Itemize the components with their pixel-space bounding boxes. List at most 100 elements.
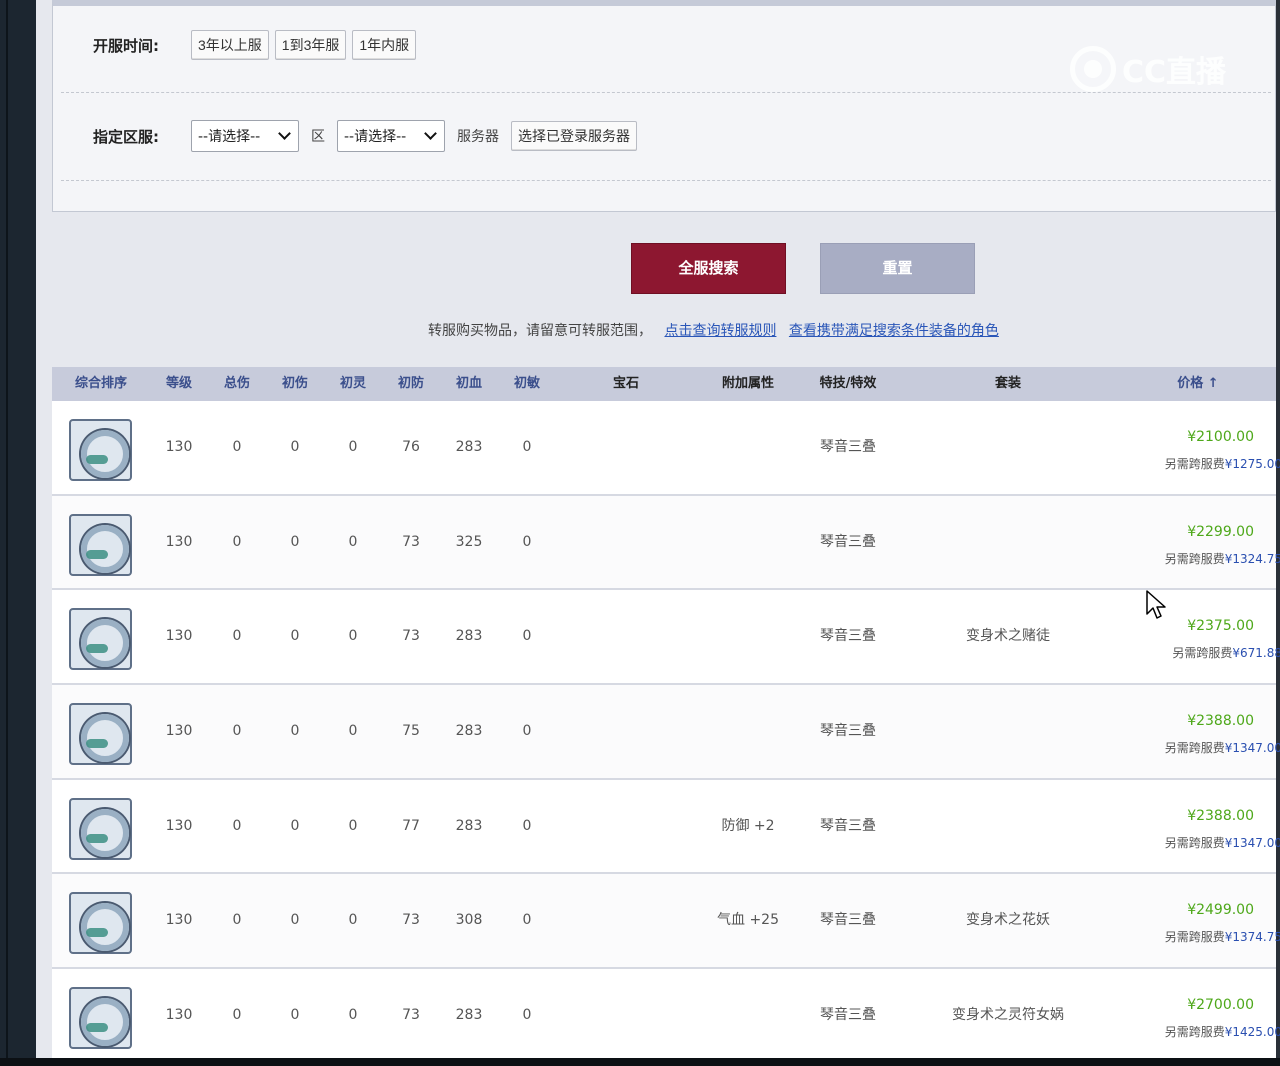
zone-row: 指定区服: --请选择-- 区 --请选择-- 服务器 选择已登录服务器 [93, 120, 643, 152]
open-time-option-within1[interactable]: 1年内服 [352, 30, 417, 60]
table-row[interactable]: 130 0 0 0 73 308 0 气血 +25 琴音三叠 变身术之花妖 ¥2499.00 另需跨服… [52, 874, 1280, 970]
cell-suit [896, 780, 1120, 873]
transfer-fee-label: 另需跨服费 [1172, 646, 1233, 661]
transfer-rules-link[interactable]: 点击查询转服规则 [664, 323, 776, 339]
cell-effect: 琴音三叠 [820, 439, 876, 455]
zone-select[interactable]: --请选择-- [191, 120, 299, 152]
cell-suit: 变身术之灵符女娲 [952, 1007, 1064, 1024]
cell-gem [556, 969, 696, 1062]
cc-live-watermark: CC直播 [1070, 44, 1226, 94]
cell-effect: 琴音三叠 [820, 723, 876, 740]
cell-base-agility: 0 [522, 1007, 532, 1024]
cell-level: 130 [165, 439, 193, 455]
sort-base-defense[interactable]: 初防 [382, 367, 440, 401]
header-suit: 套装 [994, 376, 1021, 391]
table-row[interactable]: 130 0 0 0 73 283 0 琴音三叠 变身术之赌徒 ¥2375.00 另需跨服费¥671.… [52, 590, 1280, 686]
transfer-fee-label: 另需跨服费 [1164, 457, 1225, 471]
server-select[interactable]: --请选择-- [337, 120, 445, 152]
jade-ring-icon[interactable] [69, 892, 132, 955]
table-row[interactable]: 130 0 0 0 73 325 0 琴音三叠 ¥2299.00 另需跨服费¥1324.75 [52, 495, 1280, 591]
cell-base-spirit: 0 [348, 817, 358, 834]
cell-base-defense: 77 [402, 817, 420, 834]
cell-base-agility: 0 [522, 439, 532, 455]
chevron-down-icon [424, 127, 437, 140]
open-time-label: 开服时间: [93, 36, 159, 55]
bottom-window-edge [0, 1058, 1280, 1066]
jade-ring-icon[interactable] [69, 797, 132, 860]
sort-base-spirit[interactable]: 初灵 [324, 367, 382, 401]
server-select-value: --请选择-- [344, 129, 407, 145]
table-row[interactable]: 130 0 0 0 77 283 0 防御 +2 琴音三叠 ¥2388.00 另需跨服费¥1347.… [52, 779, 1280, 875]
cell-transfer-fee: 另需跨服费¥671.88 [1132, 644, 1280, 661]
reset-button[interactable]: 重置 [820, 243, 975, 294]
transfer-fee-value: ¥1347.00 [1224, 835, 1280, 850]
sort-base-agility[interactable]: 初敏 [498, 367, 556, 401]
cell-base-hp: 308 [455, 912, 483, 929]
cell-effect: 琴音三叠 [820, 533, 876, 550]
cell-gem [556, 496, 696, 589]
cell-level: 130 [165, 817, 193, 834]
sort-base-damage[interactable]: 初伤 [266, 367, 324, 401]
cell-total-damage: 0 [232, 912, 242, 929]
cell-total-damage: 0 [232, 533, 242, 550]
cell-effect: 琴音三叠 [820, 912, 876, 929]
sort-base-hp[interactable]: 初血 [440, 367, 498, 401]
left-window-edge [0, 0, 36, 1066]
cell-base-spirit: 0 [348, 533, 358, 550]
table-row[interactable]: 130 0 0 0 75 283 0 琴音三叠 ¥2388.00 另需跨服费¥1347.00 [52, 685, 1280, 780]
cell-base-hp: 283 [455, 817, 483, 834]
transfer-fee-label: 另需跨服费 [1164, 551, 1225, 566]
cell-level: 130 [165, 628, 193, 645]
transfer-fee-label: 另需跨服费 [1164, 1025, 1225, 1040]
cell-gem [556, 590, 696, 683]
transfer-fee-value: ¥1275.00 [1224, 457, 1280, 471]
cell-price: ¥2100.00 [1187, 429, 1254, 445]
header-gem: 宝石 [612, 376, 639, 391]
cell-suit [896, 496, 1120, 589]
cell-base-hp: 325 [455, 533, 483, 550]
cc-logo-icon [1070, 46, 1116, 92]
cell-base-hp: 283 [455, 1007, 483, 1024]
sort-price[interactable]: 价格 ↑ [1120, 367, 1276, 401]
transfer-fee-value: ¥1324.75 [1224, 551, 1280, 566]
full-server-search-button[interactable]: 全服搜索 [631, 243, 786, 294]
open-time-option-3plus[interactable]: 3年以上服 [191, 30, 269, 60]
sort-level[interactable]: 等级 [150, 367, 208, 401]
sort-total-damage[interactable]: 总伤 [208, 367, 266, 401]
transfer-fee-label: 另需跨服费 [1164, 835, 1225, 850]
cell-total-damage: 0 [232, 439, 242, 455]
table-row[interactable]: 130 0 0 0 73 283 0 琴音三叠 变身术之灵符女娲 ¥2700.00 另需跨服费¥14… [52, 969, 1280, 1064]
jade-ring-icon[interactable] [69, 608, 132, 671]
logged-server-button[interactable]: 选择已登录服务器 [511, 121, 637, 151]
jade-ring-icon[interactable] [69, 419, 132, 481]
open-time-option-1to3[interactable]: 1到3年服 [274, 30, 347, 60]
jade-ring-icon[interactable] [69, 703, 132, 766]
results-table: 综合排序 等级 总伤 初伤 初灵 初防 初血 初敏 宝石 附加属性 特技/特效 … [52, 367, 1280, 1064]
cell-transfer-fee: 另需跨服费¥1347.00 [1132, 739, 1280, 756]
cell-price: ¥2299.00 [1187, 523, 1254, 540]
jade-ring-icon[interactable] [69, 987, 132, 1050]
cell-base-damage: 0 [290, 533, 300, 550]
zone-label: 指定区服: [93, 127, 159, 146]
transfer-fee-value: ¥1374.75 [1224, 930, 1280, 945]
transfer-fee-label: 另需跨服费 [1164, 930, 1225, 945]
cell-price: ¥2499.00 [1187, 902, 1254, 919]
table-row[interactable]: 130 0 0 0 76 283 0 琴音三叠 ¥2100.00 另需跨服费¥1275.00 [52, 401, 1280, 496]
cell-extra-attr: 防御 +2 [721, 817, 775, 834]
cell-extra-attr [696, 496, 800, 589]
cell-suit [896, 401, 1120, 494]
jade-ring-icon[interactable] [69, 513, 132, 576]
cell-total-damage: 0 [232, 723, 242, 740]
cell-base-damage: 0 [290, 439, 300, 455]
cell-effect: 琴音三叠 [820, 628, 876, 645]
sort-overall[interactable]: 综合排序 [52, 367, 150, 401]
cell-suit: 变身术之赌徒 [966, 628, 1050, 645]
view-characters-link[interactable]: 查看携带满足搜索条件装备的角色 [789, 323, 999, 339]
cell-base-spirit: 0 [348, 1007, 358, 1024]
cell-base-damage: 0 [290, 817, 300, 834]
cell-base-spirit: 0 [348, 723, 358, 740]
cell-transfer-fee: 另需跨服费¥1347.00 [1132, 834, 1280, 851]
cell-base-hp: 283 [455, 439, 483, 455]
transfer-notice: 转服购买物品，请留意可转服范围， 点击查询转服规则 查看携带满足搜索条件装备的角… [428, 320, 999, 340]
cell-base-hp: 283 [455, 628, 483, 645]
